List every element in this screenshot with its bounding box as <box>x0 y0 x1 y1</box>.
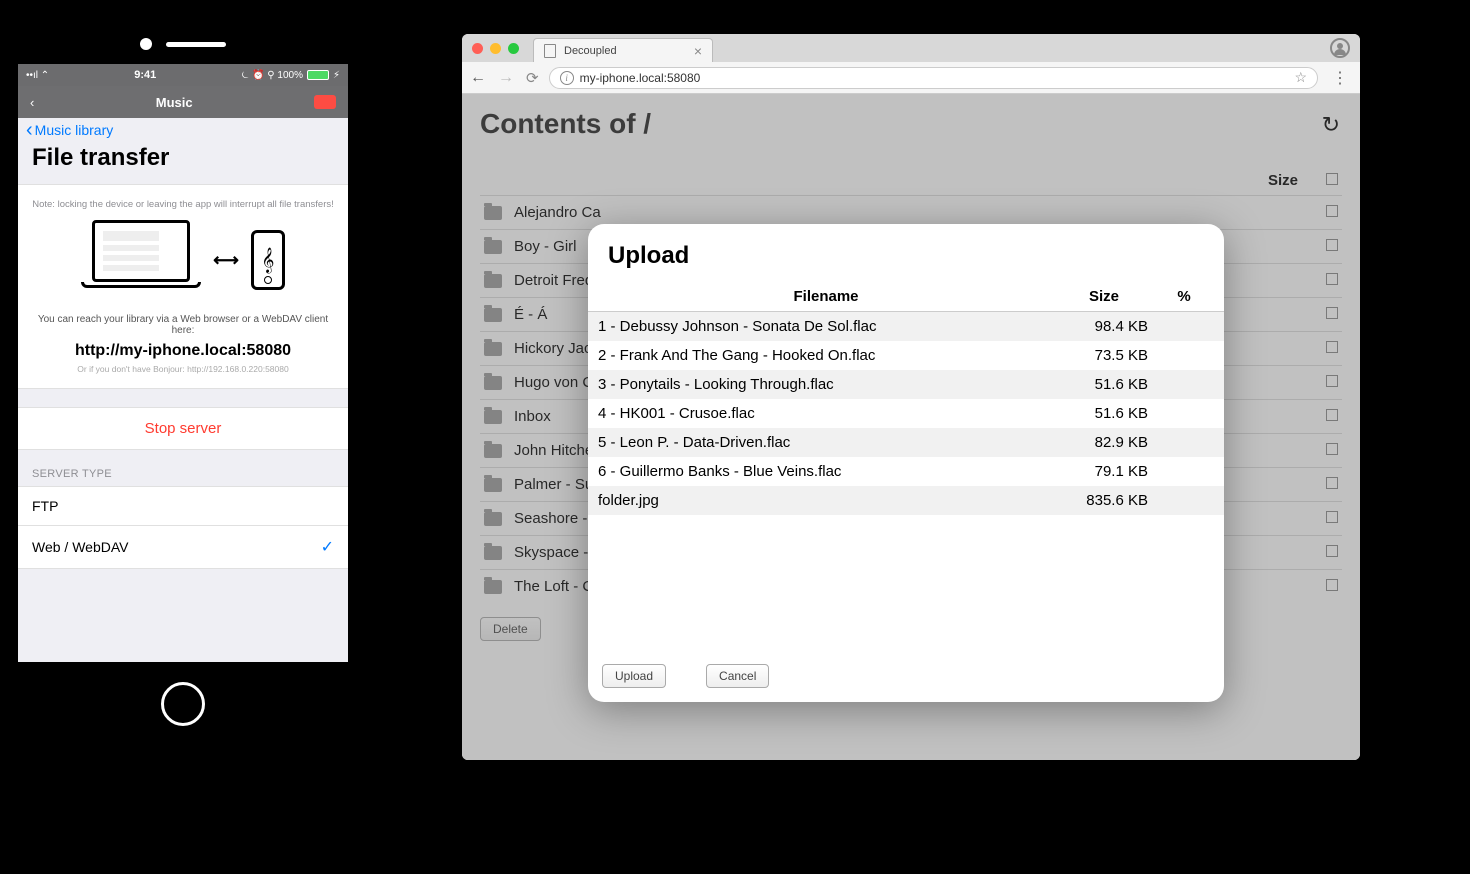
address-text: my-iphone.local:58080 <box>580 71 701 85</box>
upload-size: 51.6 KB <box>1054 376 1154 393</box>
modal-footer: Upload Cancel <box>588 654 1224 702</box>
address-bar-row: ← → ⟳ i my-iphone.local:58080 ☆ ⋮ <box>462 62 1360 94</box>
laptop-icon <box>81 220 201 300</box>
upload-percent <box>1154 405 1214 422</box>
charging-icon: ⚡︎ <box>333 70 340 81</box>
col-filename: Filename <box>598 288 1054 305</box>
server-type-option-ftp[interactable]: FTP <box>18 486 348 526</box>
modal-sheet: ‹ Music library File transfer Note: lock… <box>18 112 348 660</box>
traffic-lights <box>472 43 519 54</box>
address-field[interactable]: i my-iphone.local:58080 ☆ <box>549 67 1318 89</box>
camera-dot <box>140 38 152 50</box>
upload-filename: 2 - Frank And The Gang - Hooked On.flac <box>598 347 1054 364</box>
upload-modal: Upload Filename Size % 1 - Debussy Johns… <box>588 224 1224 702</box>
treble-clef-icon: 𝄞 <box>261 247 274 273</box>
upload-filename: 4 - HK001 - Crusoe.flac <box>598 405 1054 422</box>
upload-size: 98.4 KB <box>1054 318 1154 335</box>
upload-percent <box>1154 376 1214 393</box>
upload-filename: 1 - Debussy Johnson - Sonata De Sol.flac <box>598 318 1054 335</box>
modal-title: Upload <box>588 224 1224 282</box>
upload-size: 51.6 KB <box>1054 405 1154 422</box>
back-label: Music library <box>35 122 114 138</box>
upload-row: 5 - Leon P. - Data-Driven.flac82.9 KB <box>588 428 1224 457</box>
speaker-slot <box>166 42 226 47</box>
warning-note: Note: locking the device or leaving the … <box>28 199 338 210</box>
status-time: 9:41 <box>134 69 156 81</box>
upload-row: folder.jpg835.6 KB <box>588 486 1224 515</box>
tab-title: Decoupled <box>564 45 617 57</box>
upload-row: 3 - Ponytails - Looking Through.flac51.6… <box>588 370 1224 399</box>
bookmark-star-icon[interactable]: ☆ <box>1294 69 1307 86</box>
cancel-button[interactable]: Cancel <box>706 664 769 688</box>
upload-size: 73.5 KB <box>1054 347 1154 364</box>
upload-filename: 3 - Ponytails - Looking Through.flac <box>598 376 1054 393</box>
tab-strip: Decoupled × <box>462 34 1360 62</box>
option-label: FTP <box>32 498 58 514</box>
upload-filename: 6 - Guillermo Banks - Blue Veins.flac <box>598 463 1054 480</box>
upload-row: 2 - Frank And The Gang - Hooked On.flac7… <box>588 341 1224 370</box>
background-app-header: ‹ Music <box>18 86 348 118</box>
server-url: http://my-iphone.local:58080 <box>28 342 338 360</box>
upload-size: 82.9 KB <box>1054 434 1154 451</box>
info-card: Note: locking the device or leaving the … <box>18 184 348 389</box>
transfer-illustration: ⟷ 𝄞 <box>28 220 338 300</box>
stop-server-button[interactable]: Stop server <box>18 407 348 450</box>
sync-arrows-icon: ⟷ <box>213 250 239 271</box>
upload-percent <box>1154 463 1214 480</box>
server-type-option-webdav[interactable]: Web / WebDAV ✓ <box>18 526 348 569</box>
phone-icon: 𝄞 <box>251 230 285 290</box>
close-tab-icon[interactable]: × <box>694 43 702 59</box>
upload-percent <box>1154 434 1214 451</box>
upload-row: 1 - Debussy Johnson - Sonata De Sol.flac… <box>588 312 1224 341</box>
nav-buttons: ← → ⟳ <box>470 69 539 87</box>
status-icons: ⏾ ⏰ ⚲ 100% <box>241 70 303 81</box>
upload-size: 835.6 KB <box>1054 492 1154 509</box>
upload-percent <box>1154 347 1214 364</box>
page-viewport: Contents of / ↻ Size Alejandro CaBoy - G… <box>462 94 1360 760</box>
document-icon <box>544 44 556 58</box>
home-button[interactable] <box>161 682 205 726</box>
status-left: ••ıl ⌃ <box>26 70 49 81</box>
forward-button[interactable]: → <box>498 69 514 87</box>
upload-size: 79.1 KB <box>1054 463 1154 480</box>
phone-screen: ••ıl ⌃ 9:41 ⏾ ⏰ ⚲ 100% ⚡︎ ‹ Music ‹ Musi… <box>18 64 348 662</box>
battery-icon <box>307 70 329 80</box>
upload-row: 6 - Guillermo Banks - Blue Veins.flac79.… <box>588 457 1224 486</box>
col-percent: % <box>1154 288 1214 305</box>
upload-table-header: Filename Size % <box>588 282 1224 312</box>
chevron-left-icon: ‹ <box>26 120 33 140</box>
status-right: ⏾ ⏰ ⚲ 100% ⚡︎ <box>241 70 340 81</box>
server-type-label: SERVER TYPE <box>18 450 348 486</box>
upload-percent <box>1154 318 1214 335</box>
bg-title: Music <box>156 95 193 110</box>
reload-button[interactable]: ⟳ <box>526 69 539 87</box>
close-window-button[interactable] <box>472 43 483 54</box>
phone-device: ••ıl ⌃ 9:41 ⏾ ⏰ ⚲ 100% ⚡︎ ‹ Music ‹ Musi… <box>18 38 348 726</box>
back-link[interactable]: ‹ Music library <box>26 120 113 140</box>
upload-filename: 5 - Leon P. - Data-Driven.flac <box>598 434 1054 451</box>
minimize-window-button[interactable] <box>490 43 501 54</box>
upload-filename: folder.jpg <box>598 492 1054 509</box>
upload-button[interactable]: Upload <box>602 664 666 688</box>
bonjour-note: Or if you don't have Bonjour: http://192… <box>28 364 338 374</box>
bg-back-icon: ‹ <box>30 95 34 110</box>
browser-tab[interactable]: Decoupled × <box>533 38 713 62</box>
col-size: Size <box>1054 288 1154 305</box>
status-bar: ••ıl ⌃ 9:41 ⏾ ⏰ ⚲ 100% ⚡︎ <box>18 64 348 86</box>
phone-hardware-top <box>18 38 348 50</box>
upload-percent <box>1154 492 1214 509</box>
browser-window: Decoupled × ← → ⟳ i my-iphone.local:5808… <box>462 34 1360 760</box>
profile-avatar-icon[interactable] <box>1330 38 1350 58</box>
checkmark-icon: ✓ <box>321 537 334 557</box>
maximize-window-button[interactable] <box>508 43 519 54</box>
reach-text: You can reach your library via a Web bro… <box>28 314 338 336</box>
site-info-icon[interactable]: i <box>560 71 574 85</box>
upload-table: Filename Size % 1 - Debussy Johnson - So… <box>588 282 1224 654</box>
option-label: Web / WebDAV <box>32 539 128 555</box>
menu-button[interactable]: ⋮ <box>1328 68 1352 88</box>
back-button[interactable]: ← <box>470 69 486 87</box>
sheet-title: File transfer <box>18 144 348 184</box>
bg-right-icon <box>314 95 336 109</box>
upload-row: 4 - HK001 - Crusoe.flac51.6 KB <box>588 399 1224 428</box>
